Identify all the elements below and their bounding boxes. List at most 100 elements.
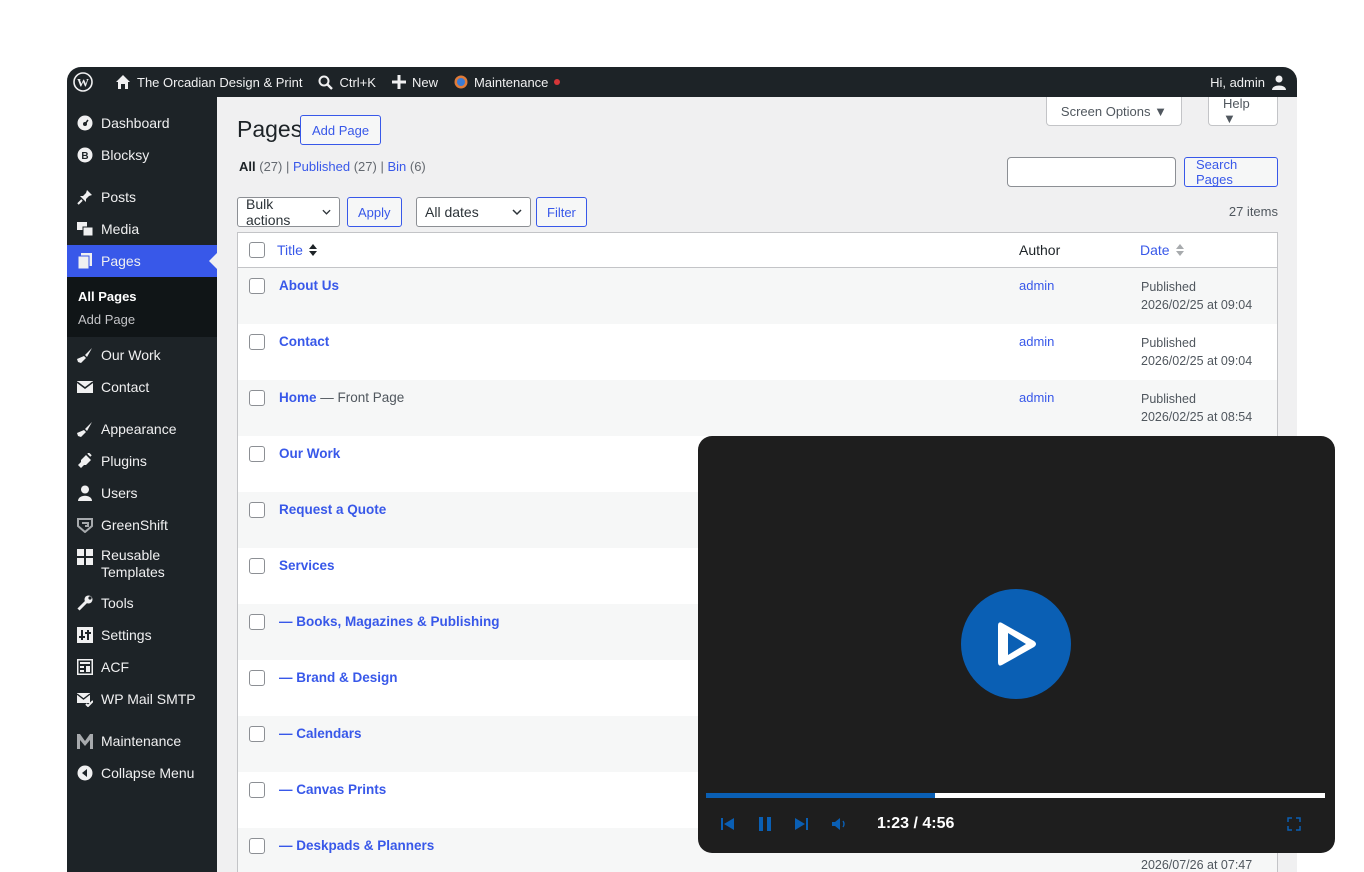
sidebar-item-appearance[interactable]: Appearance (67, 413, 217, 445)
filter-button[interactable]: Filter (536, 197, 587, 227)
sidebar-item-blocksy[interactable]: B Blocksy (67, 139, 217, 171)
row-title-link[interactable]: About Us (279, 278, 339, 293)
row-title-link[interactable]: — Canvas Prints (279, 782, 386, 797)
row-author-link[interactable]: admin (1019, 390, 1054, 405)
sidebar-item-dashboard[interactable]: Dashboard (67, 107, 217, 139)
sidebar-item-wp-mail-smtp[interactable]: WP Mail SMTP (67, 683, 217, 715)
volume-button[interactable] (832, 818, 848, 830)
sidebar-item-our-work[interactable]: Our Work (67, 339, 217, 371)
row-title-link[interactable]: Contact (279, 334, 329, 349)
row-title-link[interactable]: Our Work (279, 446, 340, 461)
home-icon (116, 75, 130, 89)
mail-smtp-icon (75, 689, 95, 709)
skip-forward-button[interactable] (793, 817, 809, 831)
status-dot (554, 79, 561, 85)
row-checkbox[interactable] (249, 614, 265, 630)
row-date: Published 2026/02/25 at 09:04 (1141, 278, 1252, 314)
status-filter-links: All (27) | Published (27) | Bin (6) (239, 159, 426, 174)
svg-text:B: B (81, 151, 88, 162)
column-date-sort[interactable]: Date (1140, 242, 1185, 258)
maintenance-toggle[interactable]: Maintenance (446, 67, 568, 97)
add-page-button[interactable]: Add Page (300, 115, 382, 145)
row-checkbox[interactable] (249, 782, 265, 798)
sidebar-collapse-menu[interactable]: Collapse Menu (67, 757, 217, 789)
sidebar-item-contact[interactable]: Contact (67, 371, 217, 403)
row-title-link[interactable]: Home — Front Page (279, 390, 404, 405)
play-button[interactable] (961, 589, 1071, 699)
row-title-link[interactable]: — Deskpads & Planners (279, 838, 434, 853)
table-row: Contact admin Published 2026/02/25 at 09:04 (238, 324, 1277, 380)
wordpress-logo-icon[interactable]: W (67, 67, 107, 97)
plugin-icon (75, 451, 95, 471)
sidebar-item-greenshift[interactable]: GreenShift (67, 509, 217, 541)
page-title: Pages (237, 116, 303, 142)
fullscreen-button[interactable] (1287, 817, 1301, 831)
items-count: 27 items (1228, 204, 1278, 219)
sidebar-item-media[interactable]: Media (67, 213, 217, 245)
sidebar-item-tools[interactable]: Tools (67, 587, 217, 619)
filter-bin[interactable]: Bin (387, 159, 406, 174)
grid-icon (75, 547, 95, 567)
bulk-actions-select[interactable]: Bulk actions (237, 196, 340, 228)
fullscreen-icon (1287, 817, 1301, 831)
dashboard-icon (75, 113, 95, 133)
sidebar-item-maintenance[interactable]: Maintenance (67, 725, 217, 757)
progress-bar[interactable] (706, 793, 1325, 798)
row-checkbox[interactable] (249, 558, 265, 574)
sidebar-item-plugins[interactable]: Plugins (67, 445, 217, 477)
sidebar-item-users[interactable]: Users (67, 477, 217, 509)
acf-icon (75, 657, 95, 677)
row-checkbox[interactable] (249, 278, 265, 294)
sort-icon (1175, 244, 1184, 256)
table-row: Home — Front Page admin Published 2026/02/2… (238, 380, 1277, 436)
screen-options-button[interactable]: Screen Options ▼ (1045, 97, 1182, 126)
svg-text:W: W (77, 76, 89, 90)
filter-published[interactable]: Published (293, 159, 350, 174)
row-date-value: 2026/02/25 at 08:54 (1141, 410, 1253, 424)
sort-icon (308, 244, 317, 256)
site-name-link[interactable]: The Orcadian Design & Print (107, 67, 310, 97)
date-filter-select[interactable]: All dates (416, 197, 531, 227)
sidebar-item-pages[interactable]: Pages (67, 245, 217, 277)
help-button[interactable]: Help ▼ (1208, 96, 1278, 126)
row-checkbox[interactable] (249, 446, 265, 462)
row-checkbox[interactable] (249, 334, 265, 350)
row-title-link[interactable]: — Books, Magazines & Publishing (279, 614, 500, 629)
row-checkbox[interactable] (249, 670, 265, 686)
apply-button[interactable]: Apply (347, 197, 402, 227)
search-pages-button[interactable]: Search Pages (1184, 157, 1278, 187)
new-label: New (411, 74, 438, 90)
chevron-down-icon (512, 209, 522, 216)
submenu-add-page[interactable]: Add Page (67, 308, 217, 331)
row-title-link[interactable]: Request a Quote (279, 502, 386, 517)
row-author-link[interactable]: admin (1019, 278, 1054, 293)
submenu-all-pages[interactable]: All Pages (67, 285, 217, 308)
skip-back-button[interactable] (720, 817, 736, 831)
column-title-sort[interactable]: Title (277, 242, 318, 258)
row-checkbox[interactable] (249, 502, 265, 518)
row-status: Published (1141, 280, 1196, 294)
sidebar-item-reusable-templates[interactable]: Reusable Templates (67, 541, 217, 587)
pause-button[interactable] (758, 817, 772, 831)
pause-icon (759, 817, 771, 831)
row-author-link[interactable]: admin (1019, 334, 1054, 349)
filter-all[interactable]: All (239, 159, 256, 174)
sidebar-item-acf[interactable]: ACF (67, 651, 217, 683)
search-shortcut[interactable]: Ctrl+K (310, 67, 383, 97)
user-avatar-icon (1272, 75, 1286, 90)
select-all-checkbox[interactable] (249, 242, 265, 258)
maintenance-badge-icon (454, 75, 468, 89)
row-title-link[interactable]: Services (279, 558, 335, 573)
sidebar-item-settings[interactable]: Settings (67, 619, 217, 651)
row-title-link[interactable]: — Brand & Design (279, 670, 398, 685)
row-checkbox[interactable] (249, 390, 265, 406)
search-input[interactable] (1007, 157, 1176, 187)
row-checkbox[interactable] (249, 726, 265, 742)
row-title-link[interactable]: — Calendars (279, 726, 362, 741)
row-checkbox[interactable] (249, 838, 265, 854)
new-content-button[interactable]: New (384, 67, 446, 97)
wrench-icon (75, 593, 95, 613)
account-menu[interactable]: Hi, admin (1202, 67, 1297, 97)
video-player[interactable]: 1:23 / 4:56 (698, 436, 1335, 853)
sidebar-item-posts[interactable]: Posts (67, 181, 217, 213)
